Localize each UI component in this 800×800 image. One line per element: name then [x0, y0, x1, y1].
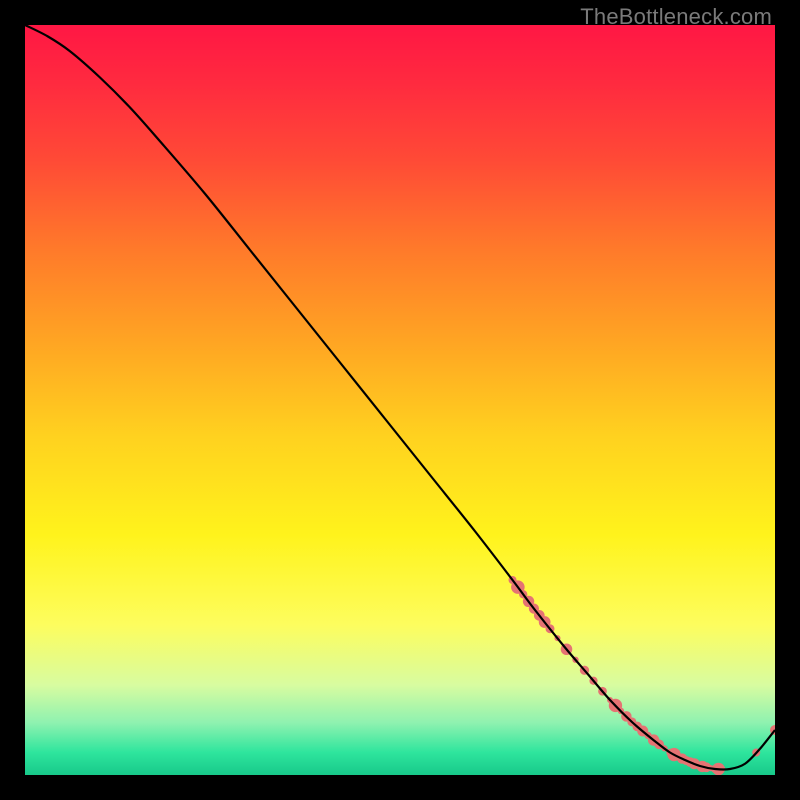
- gradient-background: [25, 25, 775, 775]
- chart-container: TheBottleneck.com: [0, 0, 800, 800]
- bottleneck-chart: [25, 25, 775, 775]
